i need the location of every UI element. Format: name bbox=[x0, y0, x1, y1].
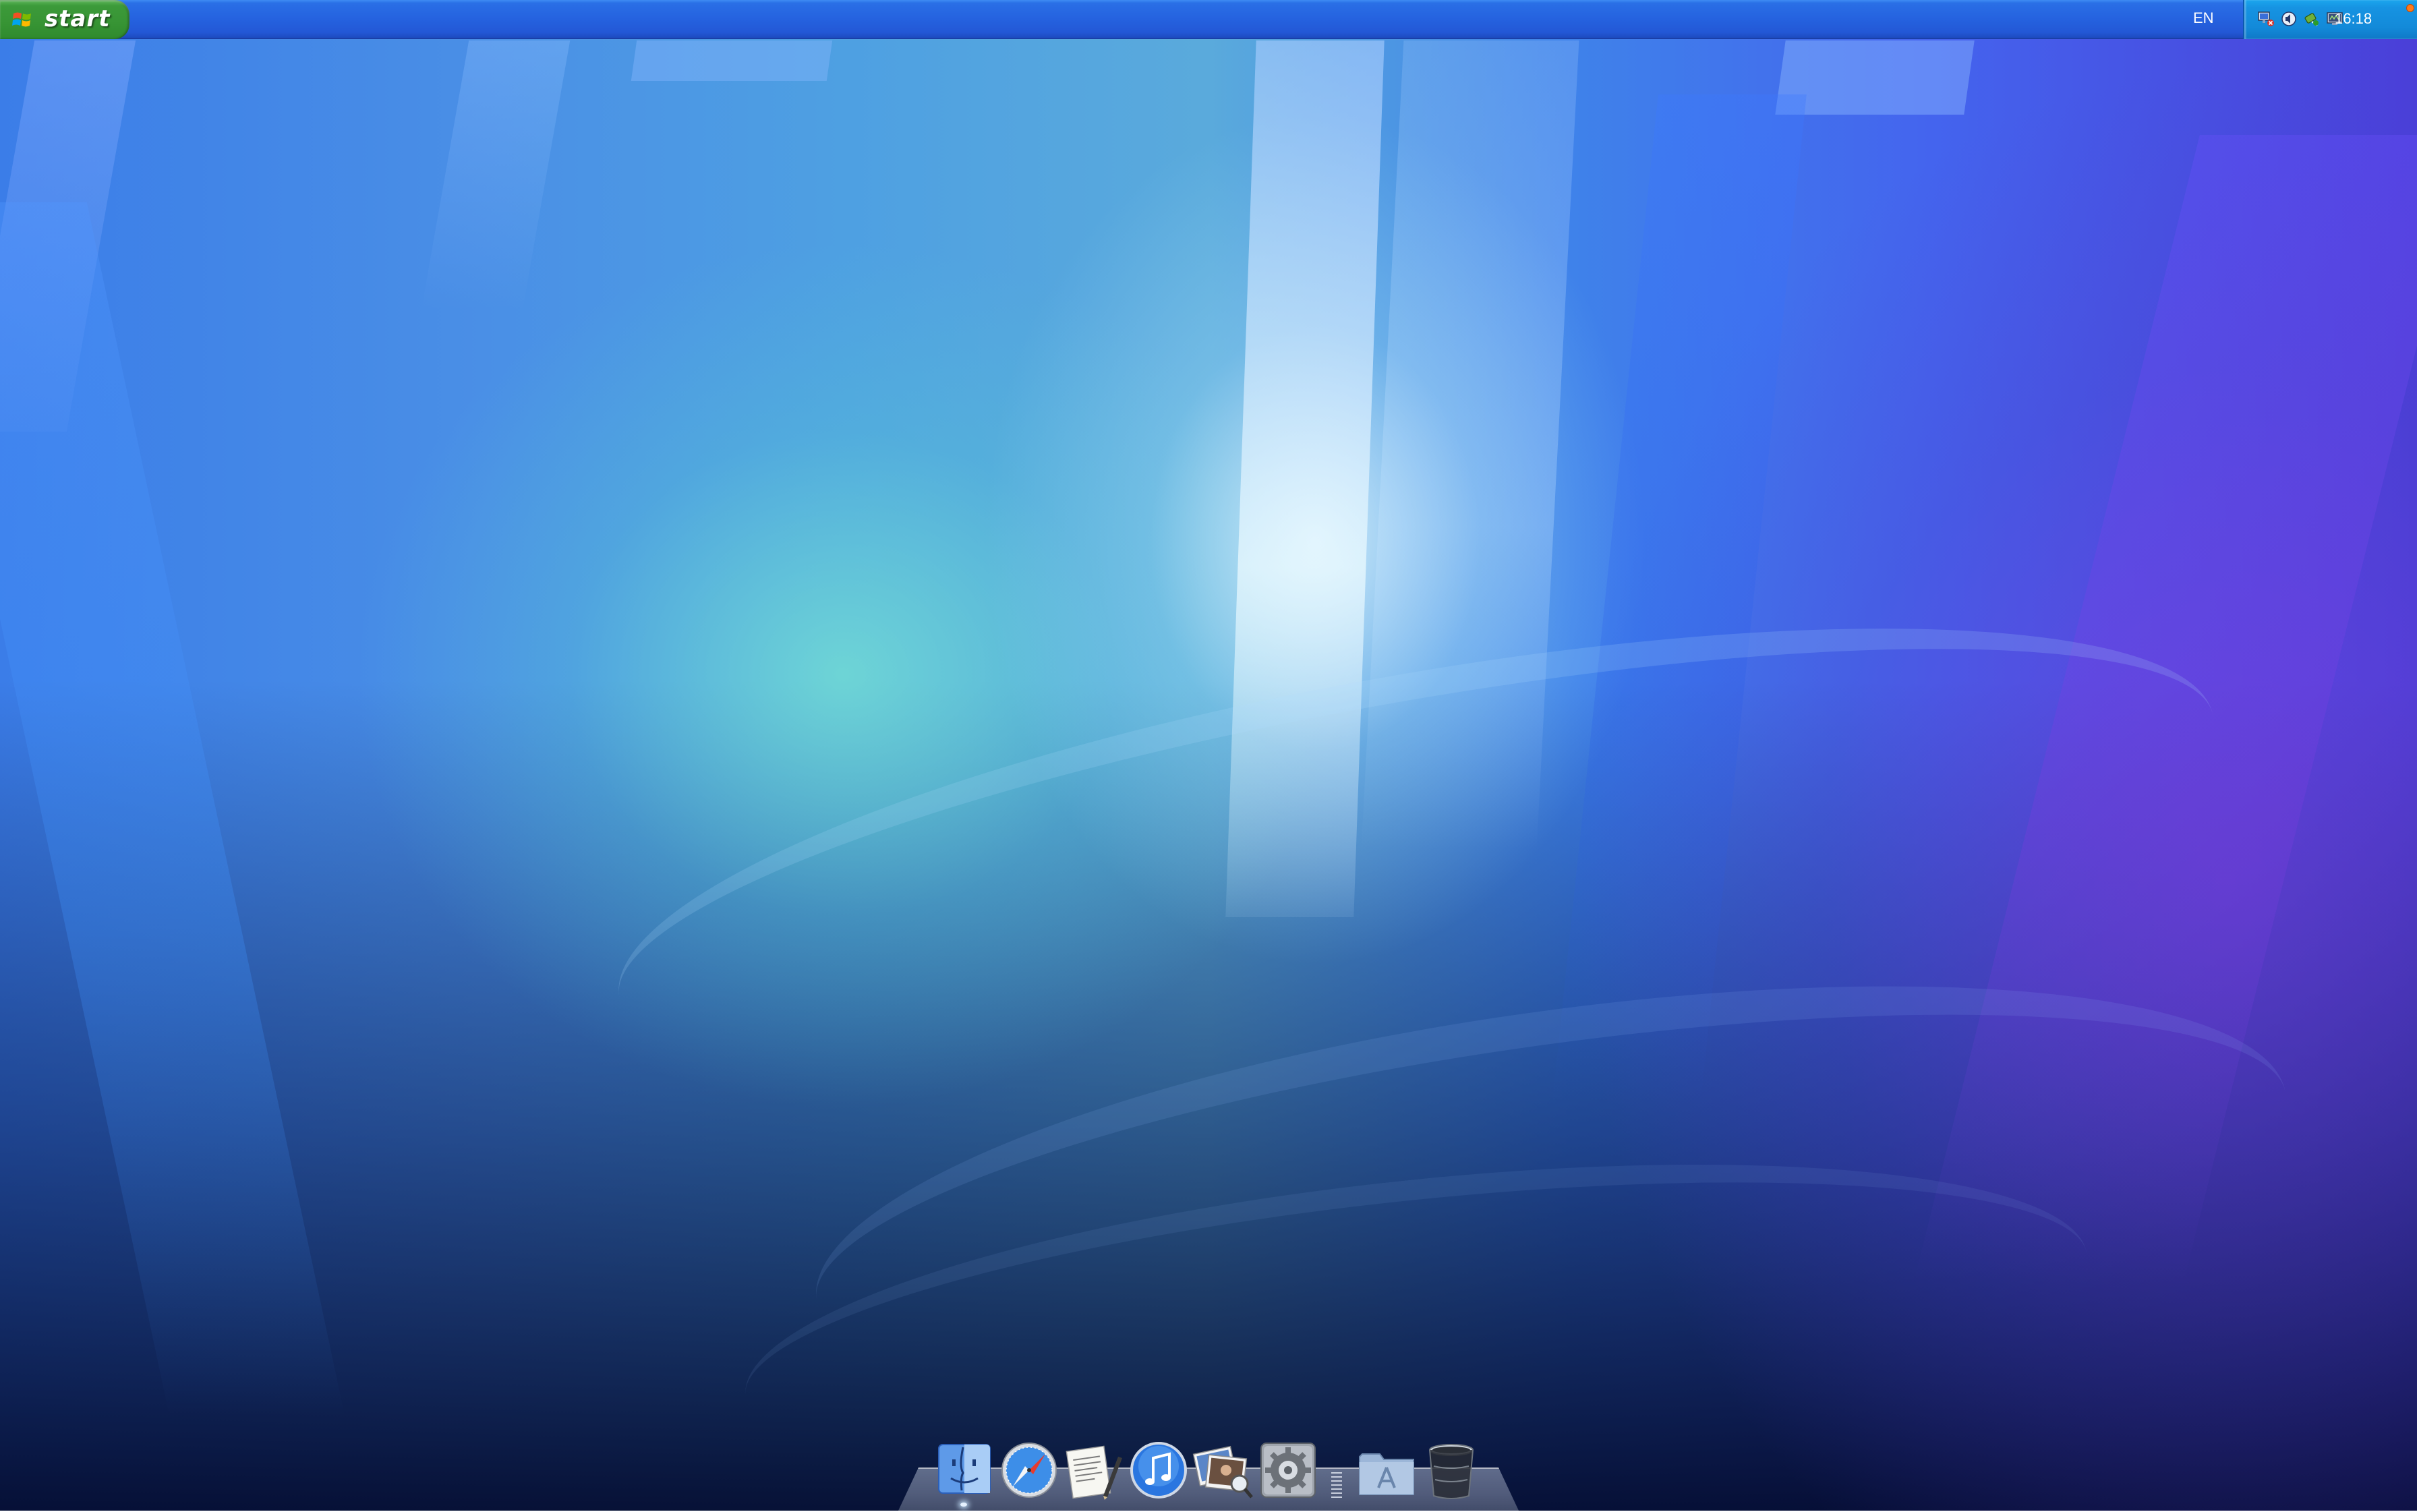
notification-dot-icon bbox=[2406, 4, 2414, 12]
finder-icon bbox=[938, 1444, 991, 1494]
volume-icon[interactable] bbox=[2279, 9, 2298, 28]
wallpaper-ray bbox=[1914, 135, 2417, 1281]
textedit-icon bbox=[1066, 1445, 1122, 1500]
applications-folder-icon bbox=[1359, 1453, 1414, 1495]
dock-item-trash[interactable] bbox=[1420, 1439, 1482, 1501]
dock-item-applications-folder[interactable] bbox=[1356, 1439, 1418, 1501]
taskbar: start EN 16:18 bbox=[0, 0, 2417, 39]
network-icon[interactable] bbox=[2256, 9, 2275, 28]
start-button[interactable]: start bbox=[0, 0, 129, 39]
wallpaper-wave bbox=[790, 910, 2312, 1484]
wallpaper-ray bbox=[0, 202, 345, 1416]
dock-item-system-preferences[interactable] bbox=[1257, 1439, 1319, 1501]
wallpaper-ray bbox=[0, 40, 136, 432]
wallpaper-ray bbox=[631, 40, 833, 81]
wallpaper-ray bbox=[421, 40, 571, 310]
dock-item-finder[interactable] bbox=[933, 1439, 995, 1501]
wallpaper-wave bbox=[587, 536, 2245, 1177]
dock-item-textedit[interactable] bbox=[1063, 1439, 1125, 1501]
wallpaper-ray bbox=[1552, 94, 1807, 1106]
wallpaper-ray bbox=[1361, 40, 1579, 850]
dock-item-preview[interactable] bbox=[1192, 1439, 1254, 1501]
running-indicator-icon bbox=[960, 1503, 967, 1507]
start-label: start bbox=[45, 5, 111, 32]
safari-compass-icon bbox=[1001, 1443, 1057, 1498]
language-indicator[interactable]: EN bbox=[2193, 9, 2214, 27]
trash-icon bbox=[1429, 1444, 1474, 1499]
dock-separator bbox=[1331, 1472, 1342, 1498]
windows-logo-icon bbox=[12, 12, 31, 27]
safely-remove-hardware-icon[interactable] bbox=[2302, 9, 2321, 28]
dock-item-itunes[interactable] bbox=[1128, 1439, 1190, 1501]
desktop-wallpaper bbox=[0, 0, 2417, 1511]
preview-photos-icon bbox=[1192, 1445, 1253, 1499]
tray-clock[interactable]: 16:18 bbox=[2335, 10, 2372, 28]
wallpaper-ray bbox=[1775, 40, 1975, 115]
wallpaper-ray bbox=[1225, 40, 1385, 917]
dock-item-safari[interactable] bbox=[998, 1439, 1060, 1501]
itunes-icon bbox=[1130, 1442, 1187, 1499]
gear-icon bbox=[1260, 1443, 1316, 1498]
